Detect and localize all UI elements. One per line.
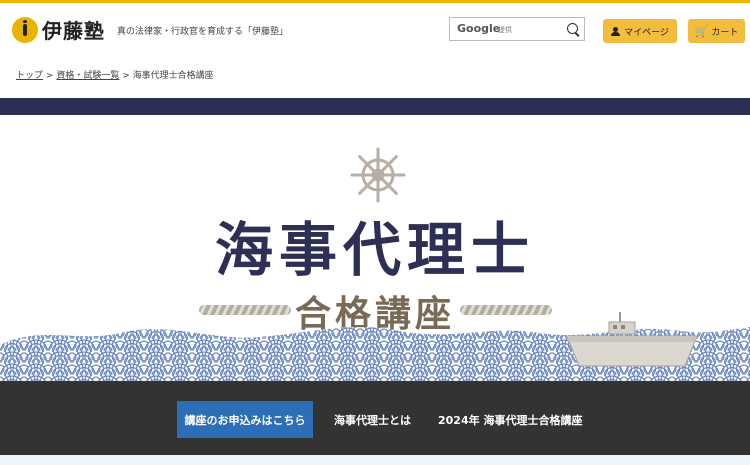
cart-label: カート bbox=[711, 27, 739, 38]
breadcrumb-link-exams[interactable]: 資格・試験一覧 bbox=[56, 71, 119, 81]
nav-link-course-2024[interactable]: 2024年 海事代理士合格講座 bbox=[438, 412, 582, 428]
logo-text: 伊藤塾 bbox=[42, 19, 105, 43]
ship-illustration bbox=[566, 312, 698, 367]
breadcrumb: トップ > 資格・試験一覧 > 海事代理士合格講座 bbox=[16, 68, 214, 81]
cart-icon: 🛒 bbox=[694, 24, 709, 38]
search-provided-label: 提供 bbox=[498, 26, 512, 34]
hero-banner: 海事代理士 合格講座 bbox=[0, 115, 750, 381]
search-icon[interactable] bbox=[567, 23, 578, 34]
site-logo[interactable]: 伊藤塾 bbox=[12, 15, 105, 44]
ship-wheel-icon bbox=[350, 147, 406, 203]
breadcrumb-link-top[interactable]: トップ bbox=[16, 71, 43, 81]
breadcrumb-separator: > bbox=[45, 71, 54, 81]
site-header: 伊藤塾 真の法律家・行政官を育成する「伊藤塾」 Google 提供 マイページ … bbox=[0, 3, 750, 55]
search-box[interactable]: Google 提供 bbox=[449, 17, 585, 41]
hero-title: 海事代理士 bbox=[214, 216, 535, 284]
course-nav-bar: 講座のお申込みはこちら 海事代理士とは 2024年 海事代理士合格講座 bbox=[0, 381, 750, 465]
content-strip bbox=[0, 455, 750, 465]
hero-top-band bbox=[0, 98, 750, 115]
nav-link-about[interactable]: 海事代理士とは bbox=[334, 412, 411, 428]
user-icon bbox=[611, 26, 621, 36]
search-brand: Google bbox=[457, 22, 501, 35]
mypage-label: マイページ bbox=[624, 27, 669, 38]
apply-button[interactable]: 講座のお申込みはこちら bbox=[177, 401, 313, 438]
breadcrumb-current: 海事代理士合格講座 bbox=[132, 71, 214, 81]
breadcrumb-separator: > bbox=[122, 71, 130, 81]
cart-button[interactable]: 🛒 カート bbox=[688, 19, 745, 43]
site-tagline: 真の法律家・行政官を育成する「伊藤塾」 bbox=[117, 27, 289, 37]
mypage-button[interactable]: マイページ bbox=[603, 19, 677, 43]
logo-mark-icon bbox=[12, 16, 38, 43]
